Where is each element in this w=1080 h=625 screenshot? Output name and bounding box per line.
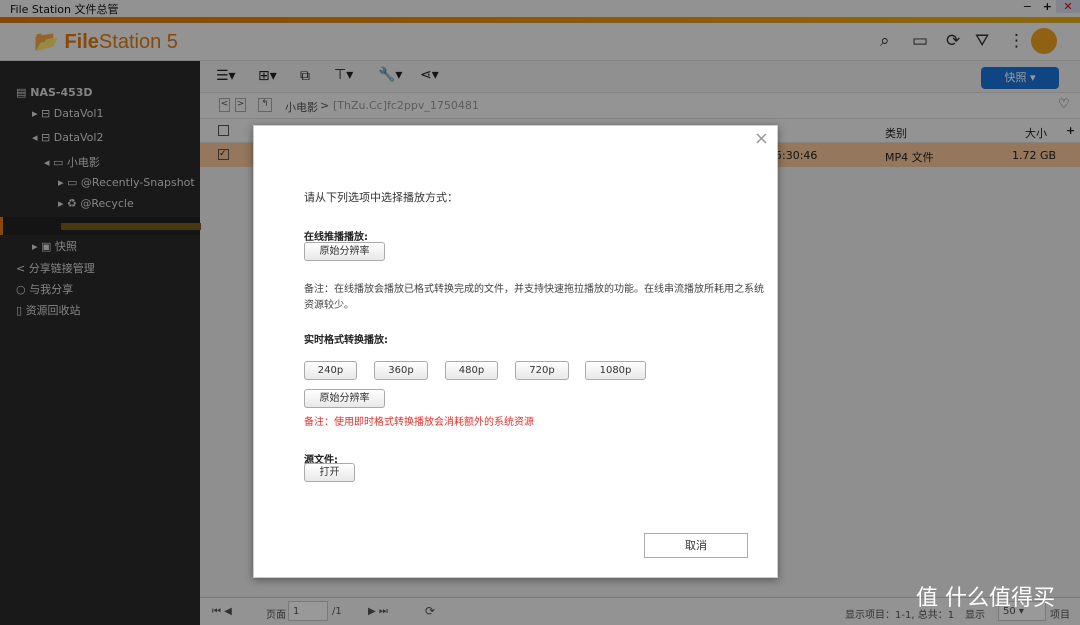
res-360p-button[interactable]: 360p bbox=[374, 361, 428, 380]
res-480p-button[interactable]: 480p bbox=[445, 361, 498, 380]
open-button[interactable]: 打开 bbox=[304, 463, 355, 482]
online-note: 备注：在线播放会播放已格式转换完成的文件，并支持快速拖拉播放的功能。在线串流播放… bbox=[304, 284, 764, 311]
online-label: 在线推播播放: bbox=[304, 232, 368, 243]
dialog-prompt: 请从下列选项中选择播放方式： bbox=[304, 191, 458, 204]
res-1080p-button[interactable]: 1080p bbox=[585, 361, 646, 380]
res-720p-button[interactable]: 720p bbox=[515, 361, 569, 380]
realtime-original-button[interactable]: 原始分辨率 bbox=[304, 389, 385, 408]
realtime-label: 实时格式转换播放: bbox=[304, 335, 388, 346]
playback-dialog: × 请从下列选项中选择播放方式： 在线推播播放: 原始分辨率 备注：在线播放会播… bbox=[253, 125, 778, 578]
res-240p-button[interactable]: 240p bbox=[304, 361, 357, 380]
watermark: 值 什么值得买 bbox=[916, 586, 1055, 611]
realtime-note: 备注：使用即时格式转换播放会消耗额外的系统资源 bbox=[304, 417, 534, 428]
cancel-button[interactable]: 取消 bbox=[644, 533, 748, 558]
dialog-close-button[interactable]: × bbox=[754, 128, 769, 149]
online-original-button[interactable]: 原始分辨率 bbox=[304, 242, 385, 261]
